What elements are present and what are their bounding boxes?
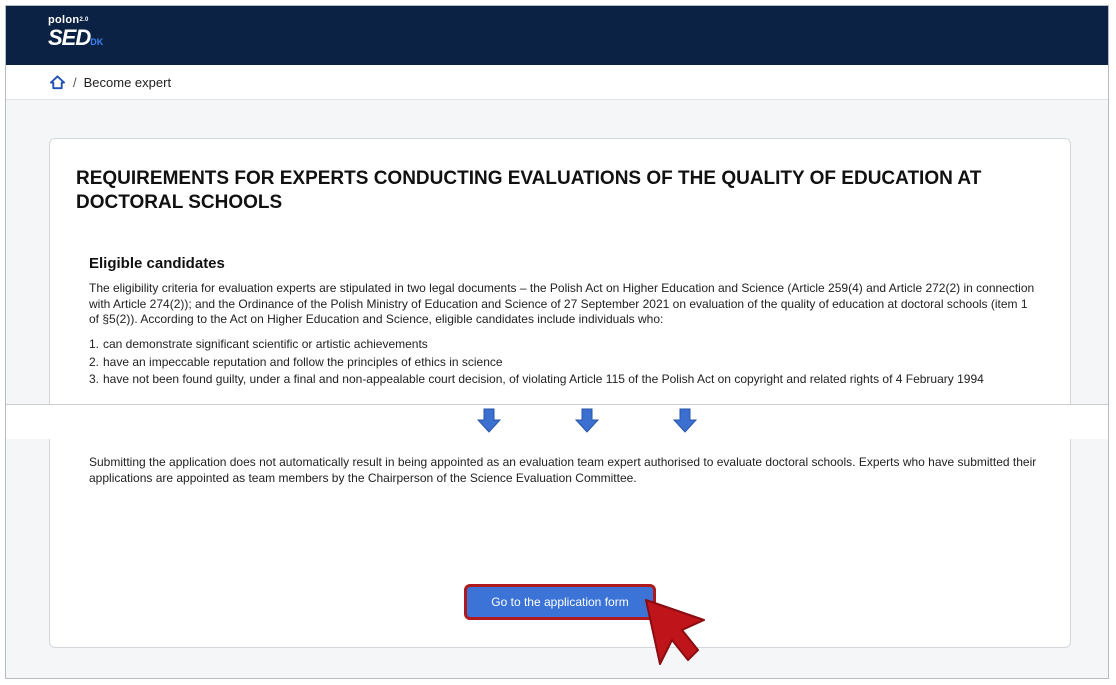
app-window: polon2.0 SEDDK / Become expert REQUIREME… <box>5 5 1109 679</box>
breadcrumb: / Become expert <box>6 65 1108 100</box>
appointment-paragraph: Submitting the application does not auto… <box>89 455 1037 485</box>
requirements-card: REQUIREMENTS FOR EXPERTS CONDUCTING EVAL… <box>49 138 1071 648</box>
top-bar: polon2.0 SEDDK <box>6 6 1108 65</box>
arrow-down-icon <box>476 408 502 433</box>
breadcrumb-separator: / <box>73 74 77 90</box>
content-continuation-band <box>6 404 1108 439</box>
arrow-down-icon <box>672 408 698 433</box>
page-title: REQUIREMENTS FOR EXPERTS CONDUCTING EVAL… <box>76 168 982 213</box>
home-icon[interactable] <box>50 74 65 90</box>
pointer-arrow-icon <box>645 599 705 665</box>
criteria-list: 1. can demonstrate significant scientific… <box>89 337 1039 390</box>
application-form-button[interactable]: Go to the application form <box>464 584 656 620</box>
list-item: 1. can demonstrate significant scientific… <box>89 337 428 351</box>
section-heading: Eligible candidates <box>89 255 225 272</box>
list-item: 3. have not been found guilty, under a fi… <box>89 372 984 386</box>
polon-sed-logo[interactable]: polon2.0 SEDDK <box>48 15 103 54</box>
logo-main: SEDDK <box>48 25 104 50</box>
breadcrumb-current: Become expert <box>83 74 172 90</box>
list-item: 2. have an impeccable reputation and foll… <box>89 354 503 369</box>
arrow-down-icon <box>574 408 600 433</box>
eligibility-paragraph: The eligibility criteria for evaluation … <box>89 281 1035 326</box>
